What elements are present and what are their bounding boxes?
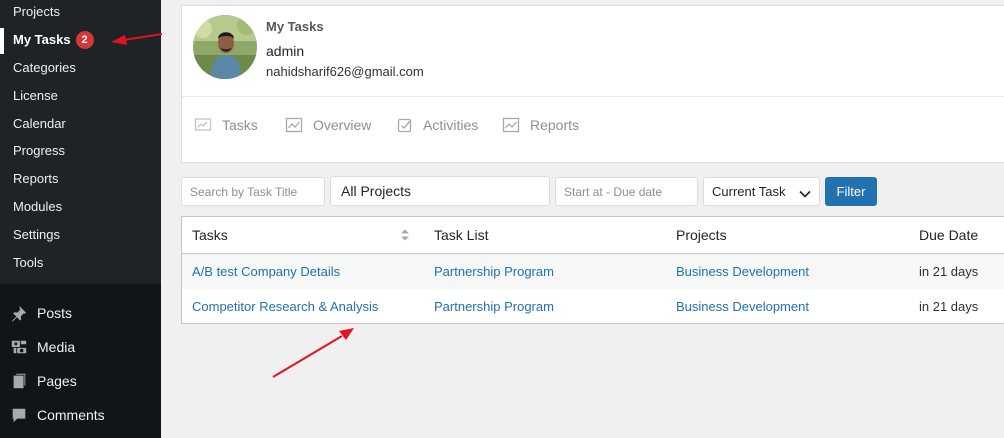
table-header: Tasks Task List Projects Due Date <box>182 217 1004 254</box>
project-link[interactable]: Business Development <box>676 264 809 279</box>
profile-card: My Tasks admin nahidsharif626@gmail.com … <box>181 5 1004 163</box>
divider <box>182 96 1004 97</box>
chart-icon <box>285 117 303 133</box>
menu-item-pages[interactable]: Pages <box>0 364 161 398</box>
activities-icon <box>397 117 413 133</box>
menu-item-label: Posts <box>37 305 73 321</box>
date-range-input[interactable]: Start at - Due date <box>555 177 698 206</box>
column-header-tasks[interactable]: Tasks <box>192 227 228 243</box>
sidebar-item-projects[interactable]: Projects <box>13 2 60 22</box>
tasks-table: Tasks Task List Projects Due Date A/B te… <box>181 216 1004 324</box>
sidebar-item-tools[interactable]: Tools <box>13 253 43 273</box>
sidebar-item-progress[interactable]: Progress <box>13 141 65 161</box>
sidebar-item-calendar[interactable]: Calendar <box>13 114 66 134</box>
sidebar-item-categories[interactable]: Categories <box>13 58 76 78</box>
task-status-select[interactable]: Current Task <box>703 177 820 206</box>
pages-icon <box>9 371 29 391</box>
sidebar-item-reports[interactable]: Reports <box>13 169 59 189</box>
task-count-badge: 2 <box>75 31 94 49</box>
menu-item-media[interactable]: Media <box>0 330 161 364</box>
column-header-due-date: Due Date <box>919 227 979 243</box>
task-list-link[interactable]: Partnership Program <box>434 264 554 279</box>
admin-sidebar: Projects My Tasks 2 Categories License Ca… <box>0 0 161 438</box>
sidebar-item-license[interactable]: License <box>13 86 58 106</box>
user-email: nahidsharif626@gmail.com <box>266 64 424 79</box>
tasks-icon <box>194 117 212 133</box>
tab-reports[interactable]: Reports <box>502 116 579 134</box>
menu-item-label: Pages <box>37 373 77 389</box>
table-row: Competitor Research & Analysis Partnersh… <box>182 289 1004 324</box>
filter-button[interactable]: Filter <box>825 177 877 206</box>
tab-label: Activities <box>423 117 479 133</box>
tab-activities[interactable]: Activities <box>397 116 478 134</box>
tab-label: Tasks <box>222 117 258 133</box>
menu-item-comments[interactable]: Comments <box>0 398 161 432</box>
project-link[interactable]: Business Development <box>676 299 809 314</box>
media-icon <box>9 337 29 357</box>
task-title-link[interactable]: A/B test Company Details <box>192 264 340 279</box>
sort-icon[interactable] <box>400 228 410 247</box>
avatar <box>193 15 257 79</box>
sidebar-item-modules[interactable]: Modules <box>13 197 62 217</box>
menu-item-posts[interactable]: Posts <box>0 296 161 330</box>
comments-icon <box>9 405 29 425</box>
project-select[interactable]: All Projects <box>330 176 550 206</box>
menu-item-label: Media <box>37 339 76 355</box>
annotation-arrow-tasks-table <box>272 328 354 378</box>
due-date: in 21 days <box>919 264 979 279</box>
sidebar-item-settings[interactable]: Settings <box>13 225 60 245</box>
user-name: admin <box>266 43 305 59</box>
tab-label: Overview <box>313 117 372 133</box>
chevron-down-icon <box>799 187 811 202</box>
menu-item-label: Comments <box>37 407 105 423</box>
search-task-input[interactable]: Search by Task Title <box>181 177 325 206</box>
select-value: Current Task <box>712 184 786 199</box>
task-title-link[interactable]: Competitor Research & Analysis <box>192 299 378 314</box>
sidebar-item-label: My Tasks <box>13 32 71 47</box>
due-date: in 21 days <box>919 299 979 314</box>
task-list-link[interactable]: Partnership Program <box>434 299 554 314</box>
table-row: A/B test Company Details Partnership Pro… <box>182 254 1004 289</box>
tab-tasks[interactable]: Tasks <box>194 116 258 134</box>
reports-icon <box>502 117 520 133</box>
active-menu-marker <box>0 28 4 54</box>
wp-admin-menu: Posts Media Pages Comments <box>0 284 161 438</box>
sidebar-item-my-tasks[interactable]: My Tasks 2 <box>13 30 94 50</box>
column-header-projects: Projects <box>676 227 727 243</box>
tab-label: Reports <box>530 117 580 133</box>
tab-overview[interactable]: Overview <box>285 116 371 134</box>
pushpin-icon <box>9 303 29 323</box>
column-header-task-list: Task List <box>434 227 489 243</box>
section-title: My Tasks <box>266 19 324 34</box>
